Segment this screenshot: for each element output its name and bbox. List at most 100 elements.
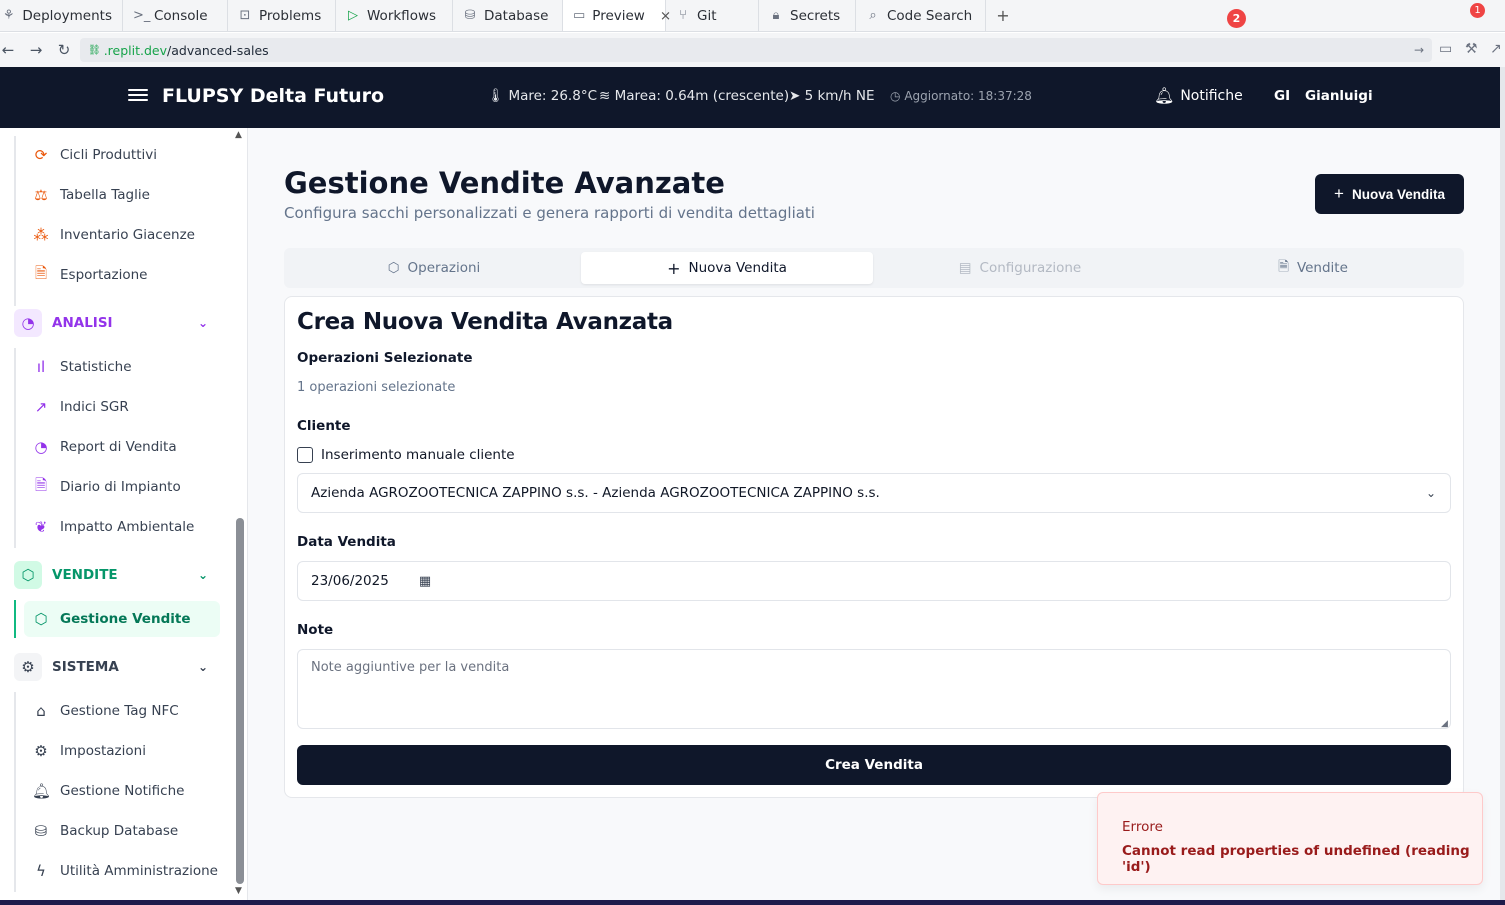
sidebar-item-gestione-vendite[interactable]: ⬡ Gestione Vendite: [24, 601, 220, 637]
ide-tab-secrets[interactable]: 🔒︎ Secrets: [759, 0, 856, 31]
sidebar-item-label: Indici SGR: [60, 399, 129, 415]
sidebar-item-inventario-giacenze[interactable]: ⁂ Inventario Giacenze: [24, 217, 220, 253]
chevron-down-icon: ⌄: [197, 316, 208, 330]
package-icon: ⬡: [387, 260, 400, 276]
file-code-icon: 🗎︎: [34, 263, 48, 282]
address-row: ← → ↻ ⛓ .replit.dev/advanced-sales → ▭ ⚒…: [0, 33, 1505, 67]
sidebar-section-vendite[interactable]: ⬡ VENDITE ⌄: [14, 557, 220, 593]
error-toast[interactable]: Errore Cannot read properties of undefin…: [1097, 792, 1483, 885]
file-text-icon: 🗎︎: [34, 475, 48, 494]
external-link-icon[interactable]: ↗: [1490, 41, 1502, 57]
sidebar-item-tabella-taglie[interactable]: ⚖ Tabella Taglie: [24, 177, 220, 213]
menu-icon[interactable]: [128, 86, 148, 106]
notifications-count-badge: 2: [1227, 9, 1246, 28]
sidebar-item-cicli-produttivi[interactable]: ⟳ Cicli Produttivi: [24, 137, 220, 173]
sidebar-item-indici-sgr[interactable]: ↗ Indici SGR: [24, 389, 220, 425]
ide-tab-label: Database: [484, 7, 549, 24]
notifications-button[interactable]: 🔔︎ Notifiche: [1154, 86, 1243, 105]
ide-tab-workflows[interactable]: ▷ Workflows: [336, 0, 453, 31]
devices-icon[interactable]: ▭: [1439, 41, 1452, 57]
ide-tab-git[interactable]: ⑂ Git: [666, 0, 759, 31]
sale-date-input[interactable]: 23/06/2025 ▦: [297, 561, 1451, 601]
tab-label: Configurazione: [979, 260, 1082, 276]
forward-icon[interactable]: →: [22, 41, 50, 59]
sidebar-item-backup-database[interactable]: ⛁ Backup Database: [24, 813, 220, 849]
git-icon: ⑂: [679, 8, 687, 23]
notes-textarea[interactable]: Note aggiuntive per la vendita: [297, 649, 1451, 729]
ide-tab-bar: ⚘ Deployments >_ Console ⊡ Problems ▷ Workfl…: [0, 0, 1505, 32]
url-bar[interactable]: ⛓ .replit.dev/advanced-sales →: [80, 38, 1432, 62]
sidebar-section-analisi[interactable]: ◔ ANALISI ⌄: [14, 305, 220, 341]
tag-icon: ⌂: [36, 702, 46, 720]
ide-tab-database[interactable]: ⛁ Database: [453, 0, 563, 31]
sidebar-item-statistiche[interactable]: ıl Statistiche: [24, 349, 220, 385]
navigation-icon: ➤: [789, 88, 801, 104]
bell-icon: 🔔︎: [1154, 86, 1175, 105]
reload-icon[interactable]: ↻: [50, 41, 78, 59]
sidebar-item-label: Gestione Vendite: [60, 611, 191, 627]
calendar-icon[interactable]: ▦: [419, 574, 431, 589]
sidebar-item-label: Backup Database: [60, 823, 179, 839]
bar-chart-icon: ıl: [36, 358, 46, 376]
sidebar-item-gestione-notifiche[interactable]: 🔔︎ Gestione Notifiche: [24, 773, 220, 809]
new-sale-label: Nuova Vendita: [1351, 186, 1445, 202]
sidebar-item-impatto-ambientale[interactable]: ❦ Impatto Ambientale: [24, 509, 220, 545]
sidebar-item-diario-impianto[interactable]: 🗎︎ Diario di Impianto: [24, 469, 220, 505]
refresh-icon: ⟳: [34, 146, 48, 164]
form-title: Crea Nuova Vendita Avanzata: [297, 309, 673, 335]
tab-vendite[interactable]: 🗎︎ Vendite: [1167, 252, 1459, 284]
tab-nuova-vendita[interactable]: + Nuova Vendita: [581, 252, 873, 284]
sidebar: ⟳ Cicli Produttivi ⚖ Tabella Taglie ⁂ Inven…: [0, 128, 248, 900]
sidebar-item-tag-nfc[interactable]: ⌂ Gestione Tag NFC: [24, 693, 220, 729]
sidebar-scroll-thumb[interactable]: [236, 518, 244, 884]
updated-text: Aggiornato: 18:37:28: [904, 89, 1032, 103]
ide-tab-label: Problems: [259, 7, 322, 24]
ide-tab-console[interactable]: >_ Console: [123, 0, 228, 31]
new-sale-button[interactable]: + Nuova Vendita: [1315, 174, 1464, 214]
clock-icon: ◷: [890, 89, 901, 103]
sidebar-item-esportazione[interactable]: 🗎︎ Esportazione: [24, 257, 220, 293]
back-icon[interactable]: ←: [0, 41, 22, 59]
ide-tab-label: Deployments: [22, 7, 112, 24]
url-domain: .replit.dev: [103, 42, 168, 58]
scroll-up-icon[interactable]: ▲: [235, 130, 242, 140]
sidebar-item-impostazioni[interactable]: ⚙ Impostazioni: [24, 733, 220, 769]
notifications-label: Notifiche: [1180, 87, 1243, 104]
tab-operazioni[interactable]: ⬡ Operazioni: [288, 252, 580, 284]
manual-client-checkbox[interactable]: [297, 447, 313, 463]
wind-info: ➤ 5 km/h NE: [789, 88, 874, 104]
resize-handle-icon[interactable]: ◢: [1441, 719, 1448, 729]
sidebar-item-report-vendita[interactable]: ◔ Report di Vendita: [24, 429, 220, 465]
boxes-icon: ⁂: [33, 226, 49, 244]
ide-tab-label: Preview: [592, 7, 645, 24]
plus-icon: +: [996, 6, 1010, 25]
sea-temperature: 🌡︎ Mare: 26.8°C: [487, 88, 597, 104]
tab-label: Vendite: [1296, 260, 1348, 276]
toast-message: Cannot read properties of undefined (rea…: [1122, 843, 1470, 875]
ide-tab-deployments[interactable]: ⚘ Deployments: [0, 0, 123, 31]
avatar[interactable]: GI: [1274, 88, 1290, 104]
ide-tab-label: Secrets: [790, 7, 841, 24]
deployments-icon: ⚘: [2, 8, 15, 23]
create-sale-button[interactable]: Crea Vendita: [297, 745, 1451, 785]
sidebar-item-label: Inventario Giacenze: [60, 227, 195, 243]
devtools-icon[interactable]: ⚒: [1465, 41, 1478, 57]
ide-tab-preview[interactable]: ▭ Preview ×: [563, 0, 671, 31]
sidebar-section-sistema[interactable]: ⚙ SISTEMA ⌄: [14, 649, 220, 685]
leaf-icon: ❦: [34, 518, 48, 536]
sidebar-item-utilita-amministrazione[interactable]: ϟ Utilità Amministrazione: [24, 853, 220, 889]
notes-placeholder: Note aggiuntive per la vendita: [311, 660, 510, 675]
ide-tab-code-search[interactable]: ⌕ Code Search: [856, 0, 986, 31]
go-arrow-icon[interactable]: →: [1414, 43, 1424, 57]
package-icon: ⬡: [34, 610, 48, 628]
page-scrollbar[interactable]: [1500, 67, 1505, 900]
scroll-down-icon[interactable]: ▼: [235, 886, 242, 896]
client-select[interactable]: Azienda AGROZOOTECNICA ZAPPINO s.s. - Az…: [297, 473, 1451, 513]
plus-icon: +: [1334, 184, 1344, 203]
sidebar-item-label: Impostazioni: [60, 743, 146, 759]
page-subtitle: Configura sacchi personalizzati e genera…: [284, 204, 815, 222]
add-tab-button[interactable]: +: [986, 0, 1020, 31]
pie-chart-icon: ◔: [34, 438, 48, 456]
user-name[interactable]: Gianluigi: [1305, 88, 1373, 104]
ide-tab-problems[interactable]: ⊡ Problems: [228, 0, 336, 31]
